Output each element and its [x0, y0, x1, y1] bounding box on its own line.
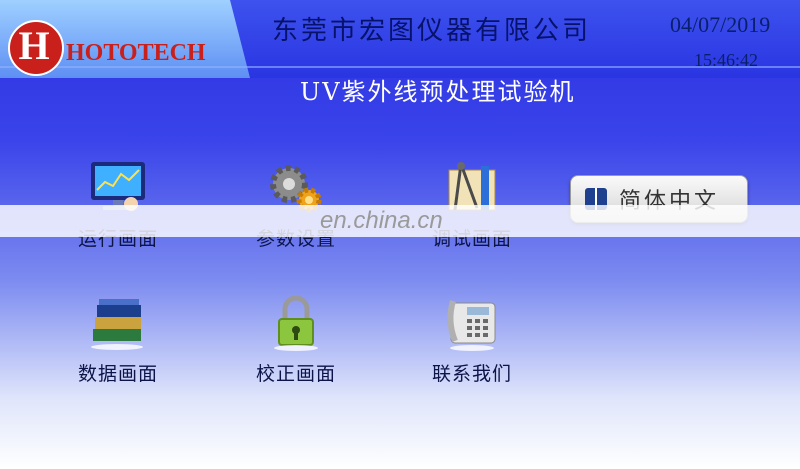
telephone-icon: [441, 295, 503, 351]
menu-data-screen[interactable]: 数据画面: [48, 295, 188, 386]
logo-letter: H: [18, 23, 50, 68]
time-display: 15:46:42: [694, 50, 759, 70]
logo-text: HOTOTECH: [66, 40, 206, 66]
books-icon: [87, 295, 149, 351]
menu-contact-us[interactable]: 联系我们: [402, 295, 542, 386]
menu-calibration-screen[interactable]: 校正画面: [226, 295, 366, 386]
menu-label: 数据画面: [77, 363, 158, 385]
date-display: 04/07/2019: [670, 12, 771, 37]
company-name: 东莞市宏图仪器有限公司: [272, 16, 592, 46]
menu-label: 联系我们: [431, 363, 512, 385]
page-title: UV紫外线预处理试验机: [300, 78, 576, 106]
padlock-icon: [265, 295, 327, 351]
watermark: en.china.cn: [320, 207, 443, 234]
menu-label: 校正画面: [255, 363, 336, 385]
